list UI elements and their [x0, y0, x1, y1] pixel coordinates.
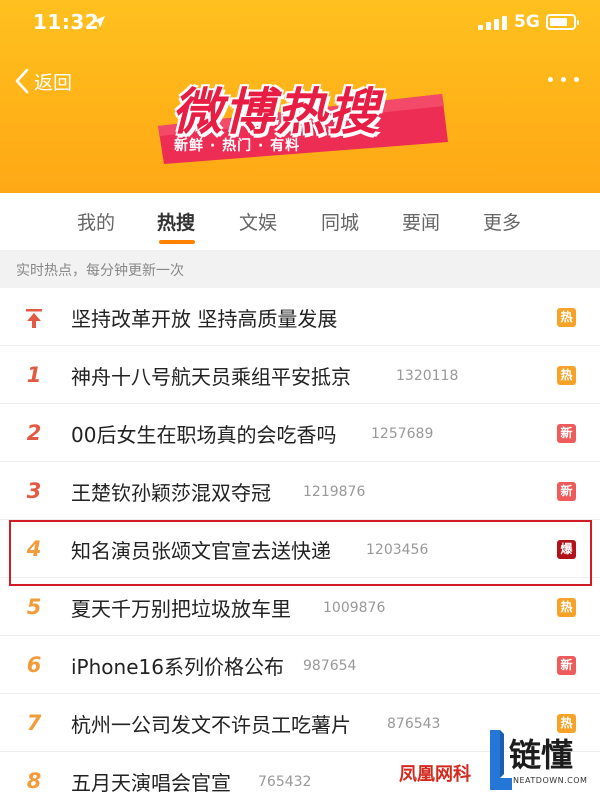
tab-news[interactable]: 要闻: [402, 208, 440, 235]
heat-count: 987654: [303, 658, 357, 674]
banner-title: 微博热搜: [172, 83, 380, 141]
signal-icon: [478, 16, 508, 30]
more-options-icon[interactable]: [548, 77, 582, 85]
list-item[interactable]: 1 神舟十八号航天员乘组平安抵京 1320118 热: [0, 346, 600, 404]
rank-number: 5: [26, 595, 42, 619]
tab-more[interactable]: 更多: [483, 208, 521, 235]
heat-count: 1009876: [323, 600, 386, 616]
item-title: 00后女生在职场真的会吃香吗: [71, 423, 337, 447]
item-title: iPhone16系列价格公布: [71, 655, 284, 679]
header: 11:32 5G 返回 微博热搜 新鲜 · 热门 · 有料: [0, 0, 600, 193]
hot-badge: 热: [557, 308, 576, 327]
item-title: 五月天演唱会官宣: [71, 771, 231, 795]
rank-number: 3: [26, 479, 42, 503]
tab-local[interactable]: 同城: [321, 208, 359, 235]
rank-number: 6: [26, 653, 42, 677]
logo-chinese: 链懂: [509, 736, 574, 774]
rank-number: 8: [26, 769, 42, 793]
back-label: 返回: [34, 71, 73, 94]
notice-text: 实时热点，每分钟更新一次: [16, 263, 184, 279]
list-item[interactable]: 坚持改革开放 坚持高质量发展 热: [0, 288, 600, 346]
status-bar: 11:32 5G: [0, 0, 600, 48]
rank-number: 2: [26, 421, 42, 445]
list-item[interactable]: 2 00后女生在职场真的会吃香吗 1257689 新: [0, 404, 600, 462]
heat-count: 1320118: [396, 368, 459, 384]
new-badge: 新: [557, 424, 576, 443]
heat-count: 765432: [258, 774, 312, 790]
heat-count: 1257689: [371, 426, 434, 442]
banner-subtitle: 新鲜 · 热门 · 有料: [174, 138, 301, 154]
status-time: 11:32: [33, 10, 100, 34]
hot-badge: 热: [557, 598, 576, 617]
rank-number: 7: [26, 711, 42, 735]
item-title: 杭州一公司发文不许员工吃薯片: [71, 713, 351, 737]
tab-entertainment[interactable]: 文娱: [239, 208, 277, 235]
update-notice: 实时热点，每分钟更新一次: [0, 251, 600, 288]
watermark-ifeng: 凤凰网科: [399, 764, 471, 785]
battery-icon: [546, 14, 579, 30]
rank-number: 1: [26, 363, 42, 387]
tab-bar: 我的 热搜 文娱 同城 要闻 更多: [0, 193, 600, 251]
list-item[interactable]: 5 夏天千万别把垃圾放车里 1009876 热: [0, 578, 600, 636]
heat-count: 876543: [387, 716, 441, 732]
new-badge: 新: [557, 656, 576, 675]
tab-hot-search[interactable]: 热搜: [157, 208, 195, 235]
item-title: 神舟十八号航天员乘组平安抵京: [71, 365, 351, 389]
network-type: 5G: [514, 12, 540, 32]
chevron-left-icon: [15, 68, 29, 94]
pinned-top-icon: [25, 288, 43, 346]
item-title: 王楚钦孙颖莎混双夺冠: [71, 481, 271, 505]
weibo-hot-search-banner: 微博热搜 新鲜 · 热门 · 有料: [150, 64, 455, 174]
heat-count: 1219876: [303, 484, 366, 500]
item-title: 夏天千万别把垃圾放车里: [71, 597, 291, 621]
list-item[interactable]: 3 王楚钦孙颖莎混双夺冠 1219876 新: [0, 462, 600, 520]
back-button[interactable]: 返回: [14, 64, 72, 98]
highlight-box: [9, 520, 592, 586]
hot-badge: 热: [557, 366, 576, 385]
new-badge: 新: [557, 482, 576, 501]
logo-english: NEATDOWN.COM: [513, 776, 588, 785]
active-tab-indicator: [159, 240, 195, 244]
watermark-logo: 链懂 NEATDOWN.COM: [484, 726, 594, 796]
location-arrow-icon: [92, 14, 106, 33]
list-item[interactable]: 6 iPhone16系列价格公布 987654 新: [0, 636, 600, 694]
tab-mine[interactable]: 我的: [77, 208, 115, 235]
item-title: 坚持改革开放 坚持高质量发展: [71, 307, 338, 331]
